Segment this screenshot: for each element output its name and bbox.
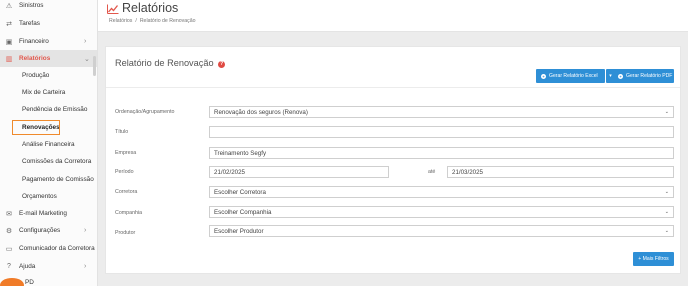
generate-excel-button[interactable]: + Gerar Relatório Excel [536, 69, 605, 83]
ordenacao-select[interactable]: Renovação dos seguros (Renova) ⌄ [209, 106, 674, 118]
plus-icon: + [541, 73, 546, 79]
sidebar-item-label: Financeiro [19, 38, 49, 45]
corretora-select[interactable]: Escolher Corretora ⌄ [209, 186, 674, 198]
warning-icon: ⚠ [5, 2, 13, 10]
mail-icon: ✉ [6, 210, 12, 218]
sidebar-subitem-label: Pagamento de Comissão [22, 176, 94, 183]
sidebar-subitem-analise-financeira[interactable]: Análise Financeira [0, 136, 97, 153]
sidebar-subitem-comissoes[interactable]: Comissões da Corretora [0, 153, 97, 170]
ate-label: até [428, 169, 436, 175]
report-card: Relatório de Renovação ? + Gerar Relatór… [105, 46, 681, 274]
titulo-input[interactable] [209, 126, 674, 138]
corretora-label: Corretora [115, 189, 138, 195]
corretora-value: Escolher Corretora [214, 188, 266, 196]
chevron-right-icon: › [84, 227, 87, 234]
sidebar-subitem-label: Mix de Carteira [22, 89, 66, 96]
orange-widget-icon[interactable] [0, 278, 24, 286]
card-title-text: Relatório de Renovação [115, 58, 214, 68]
produtor-label: Produtor [115, 230, 136, 236]
empresa-value: Treinamento Segfy [214, 149, 267, 157]
chevron-right-icon: › [84, 263, 87, 270]
sidebar-item-tarefas[interactable]: ⇄ Tarefas [0, 15, 97, 32]
breadcrumb-separator: / [135, 18, 137, 24]
sidebar-subitem-mix-carteira[interactable]: Mix de Carteira [0, 84, 97, 101]
periodo-from-value: 21/02/2025 [214, 168, 245, 176]
monitor-icon: ▭ [5, 245, 13, 253]
sidebar-item-lgpd[interactable]: PD [25, 279, 34, 286]
sidebar-subitem-label: Análise Financeira [22, 141, 75, 148]
generate-excel-label: Gerar Relatório Excel [549, 73, 598, 79]
ordenacao-value: Renovação dos seguros (Renova) [214, 108, 308, 116]
sidebar-subitem-label: Comissões da Corretora [22, 158, 92, 165]
empresa-label: Empresa [115, 150, 137, 156]
sidebar-item-financeiro[interactable]: ▣ Financeiro › [0, 33, 97, 50]
produtor-select[interactable]: Escolher Produtor ⌄ [209, 225, 674, 237]
highlight-box [12, 120, 60, 135]
chevron-down-icon: ⌄ [664, 209, 669, 215]
sidebar-subitem-producao[interactable]: Produção [0, 67, 97, 84]
sidebar: ⚠ Sinistros ⇄ Tarefas ▣ Financeiro › ▥ R… [0, 0, 98, 286]
chevron-down-icon: ⌄ [664, 189, 669, 195]
sidebar-item-label: Comunicador da Corretora [19, 245, 95, 252]
gear-icon: ⚙ [5, 227, 13, 235]
sidebar-item-sinistros[interactable]: ⚠ Sinistros [0, 0, 97, 14]
produtor-value: Escolher Produtor [214, 227, 264, 235]
sidebar-item-configuracoes[interactable]: ⚙ Configurações › [0, 222, 97, 239]
periodo-label: Período [115, 169, 134, 175]
help-circle-icon: ? [7, 263, 11, 270]
plus-icon: + [618, 73, 623, 79]
sidebar-subitem-pendencia-emissao[interactable]: Pendência de Emissão [0, 101, 97, 118]
more-filters-button[interactable]: + Mais Filtros [633, 252, 674, 266]
page-header: Relatórios Relatórios / Relatório de Ren… [98, 0, 688, 32]
breadcrumb: Relatórios / Relatório de Renovação [109, 18, 195, 24]
generate-pdf-label: Gerar Relatório PDF [626, 73, 673, 79]
chevron-right-icon: › [84, 38, 87, 45]
line-chart-icon [107, 4, 119, 14]
sidebar-item-label: Ajuda [19, 263, 36, 270]
ordenacao-label: Ordenação/Agrupamento [115, 109, 175, 115]
companhia-select[interactable]: Escolher Companhia ⌄ [209, 206, 674, 218]
breadcrumb-current: Relatório de Renovação [139, 18, 196, 24]
generate-pdf-button[interactable]: + Gerar Relatório PDF [613, 69, 674, 83]
sidebar-item-label: E-mail Marketing [19, 210, 67, 217]
periodo-to-value: 21/03/2025 [452, 168, 483, 176]
bar-chart-icon: ▥ [5, 55, 13, 63]
sidebar-subitem-label: Produção [22, 72, 50, 79]
sidebar-subitem-label: Orçamentos [22, 193, 57, 200]
sidebar-subitem-label: Pendência de Emissão [22, 106, 88, 113]
help-icon[interactable]: ? [218, 60, 226, 68]
sidebar-item-label: Relatórios [19, 55, 51, 62]
transfer-icon: ⇄ [6, 20, 12, 28]
titulo-label: Título [115, 129, 129, 135]
companhia-value: Escolher Companhia [214, 208, 272, 216]
sidebar-item-relatorios[interactable]: ▥ Relatórios ⌄ [0, 50, 97, 67]
periodo-from-input[interactable]: 21/02/2025 [209, 166, 389, 178]
empresa-input[interactable]: Treinamento Segfy [209, 147, 674, 159]
sidebar-item-label: Sinistros [19, 2, 44, 9]
chevron-down-icon: ⌄ [84, 55, 90, 63]
sidebar-item-ajuda[interactable]: ? Ajuda › [0, 258, 97, 275]
chevron-down-icon: ⌄ [664, 109, 669, 115]
divider [106, 87, 680, 88]
card-title: Relatório de Renovação ? [115, 58, 226, 68]
chevron-down-icon: ⌄ [664, 228, 669, 234]
sidebar-item-email-marketing[interactable]: ✉ E-mail Marketing [0, 205, 97, 222]
breadcrumb-link-relatorios[interactable]: Relatórios [109, 18, 132, 24]
periodo-to-input[interactable]: 21/03/2025 [447, 166, 674, 178]
money-icon: ▣ [5, 38, 13, 46]
sidebar-item-comunicador[interactable]: ▭ Comunicador da Corretora [0, 240, 97, 257]
sidebar-item-label: Configurações [19, 227, 61, 234]
sidebar-subitem-orcamentos[interactable]: Orçamentos [0, 188, 97, 205]
page-title: Relatórios [122, 1, 179, 15]
sidebar-subitem-pagamento-comissao[interactable]: Pagamento de Comissão [0, 171, 97, 188]
sidebar-item-label: Tarefas [19, 20, 40, 27]
companhia-label: Companhia [115, 210, 143, 216]
